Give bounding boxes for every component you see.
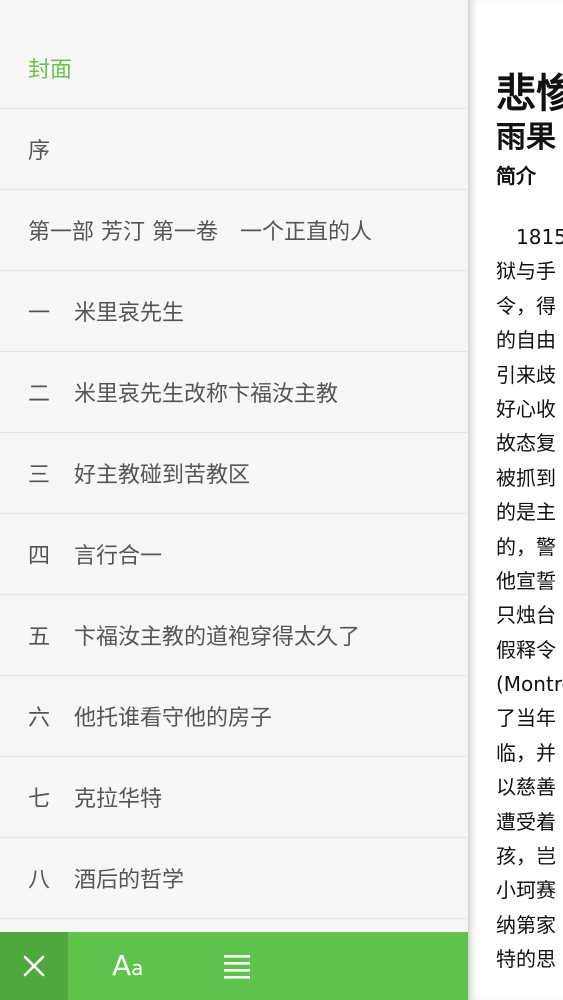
text-line: 1815	[496, 225, 563, 249]
toc-item[interactable]: 七克拉华特	[0, 757, 468, 838]
toc-item-label: 第一部 芳汀 第一卷 一个正直的人	[28, 220, 372, 245]
toc-item-number: 二	[28, 382, 51, 407]
book-text: 1815 狱与手令，得的自由引来歧好心收故态复被抓到的是主的，警他宣誓只烛台假释令…	[496, 220, 563, 977]
text-line: 遭受着	[496, 809, 556, 834]
text-line: 假释令	[496, 637, 556, 662]
toc-list: 封面序第一部 芳汀 第一卷 一个正直的人一米里哀先生二米里哀先生改称卞福汝主教三…	[0, 28, 468, 919]
toc-item-label: 好主教碰到苦教区	[74, 463, 251, 488]
toc-item-label: 他托谁看守他的房子	[74, 706, 273, 731]
text-line: 他宣誓	[496, 568, 556, 593]
text-line: 孩，岂	[496, 844, 556, 869]
toc-item-label: 卞福汝主教的道袍穿得太久了	[74, 625, 361, 650]
toc-item-label: 酒后的哲学	[74, 868, 185, 893]
text-line: 以慈善	[496, 775, 556, 800]
toc-item-number: 五	[28, 625, 51, 650]
text-line: 令，得	[496, 293, 556, 318]
toc-item-number: 六	[28, 706, 51, 731]
bottom-toolbar: Aa	[0, 932, 468, 1000]
toc-button[interactable]	[222, 951, 252, 981]
text-line: 好心收	[496, 396, 556, 421]
text-line: 临，并	[496, 740, 556, 765]
close-button[interactable]	[0, 932, 68, 1000]
toc-item[interactable]: 五卞福汝主教的道袍穿得太久了	[0, 595, 468, 676]
toc-item-number: 八	[28, 868, 51, 893]
text-line: 狱与手	[496, 259, 556, 284]
toc-item[interactable]: 三好主教碰到苦教区	[0, 433, 468, 514]
text-line: 小珂赛	[496, 878, 556, 903]
toc-item[interactable]: 四言行合一	[0, 514, 468, 595]
section-heading: 简介	[496, 164, 536, 188]
toc-item-label: 序	[28, 139, 51, 164]
toc-item-number: 三	[28, 463, 51, 488]
text-line: 的自由	[496, 328, 556, 353]
text-line: 的，警	[496, 534, 556, 559]
toc-item-label: 言行合一	[74, 544, 163, 569]
toc-item-number: 四	[28, 544, 51, 569]
list-icon	[224, 955, 250, 979]
text-line: 纳第家	[496, 912, 556, 937]
text-line: 特的思	[496, 947, 556, 972]
toc-item[interactable]: 第一部 芳汀 第一卷 一个正直的人	[0, 190, 468, 271]
toc-item-number: 七	[28, 787, 51, 812]
book-author: 雨果	[496, 120, 556, 155]
toc-item[interactable]: 二米里哀先生改称卞福汝主教	[0, 352, 468, 433]
toc-item[interactable]: 八酒后的哲学	[0, 838, 468, 919]
text-line: 故态复	[496, 431, 556, 456]
toc-item[interactable]: 六他托谁看守他的房子	[0, 676, 468, 757]
toc-item-label: 克拉华特	[74, 787, 163, 812]
toc-drawer: 封面序第一部 芳汀 第一卷 一个正直的人一米里哀先生二米里哀先生改称卞福汝主教三…	[0, 0, 468, 1000]
toc-item[interactable]: 序	[0, 109, 468, 190]
text-line: 被抓到	[496, 465, 556, 490]
font-icon-large: A	[112, 949, 132, 982]
toc-item-label: 米里哀先生	[74, 301, 185, 326]
text-line: 只烛台	[496, 603, 556, 628]
close-icon	[23, 955, 45, 977]
toc-item-number: 一	[28, 301, 51, 326]
font-icon-small: a	[131, 956, 144, 980]
reading-pane[interactable]: 悲惨 雨果 简介 1815 狱与手令，得的自由引来歧好心收故态复被抓到的是主的，警…	[468, 0, 563, 1000]
toc-item[interactable]: 封面	[0, 28, 468, 109]
text-line: (Montreuil	[496, 672, 563, 697]
toc-item-label: 米里哀先生改称卞福汝主教	[74, 382, 339, 407]
text-line: 引来歧	[496, 362, 556, 387]
font-settings-button[interactable]: Aa	[112, 946, 152, 986]
book-title: 悲惨	[496, 71, 563, 117]
toc-item-label: 封面	[28, 58, 73, 83]
text-line: 了当年	[496, 706, 556, 731]
text-line: 的是主	[496, 500, 556, 525]
toc-item[interactable]: 一米里哀先生	[0, 271, 468, 352]
